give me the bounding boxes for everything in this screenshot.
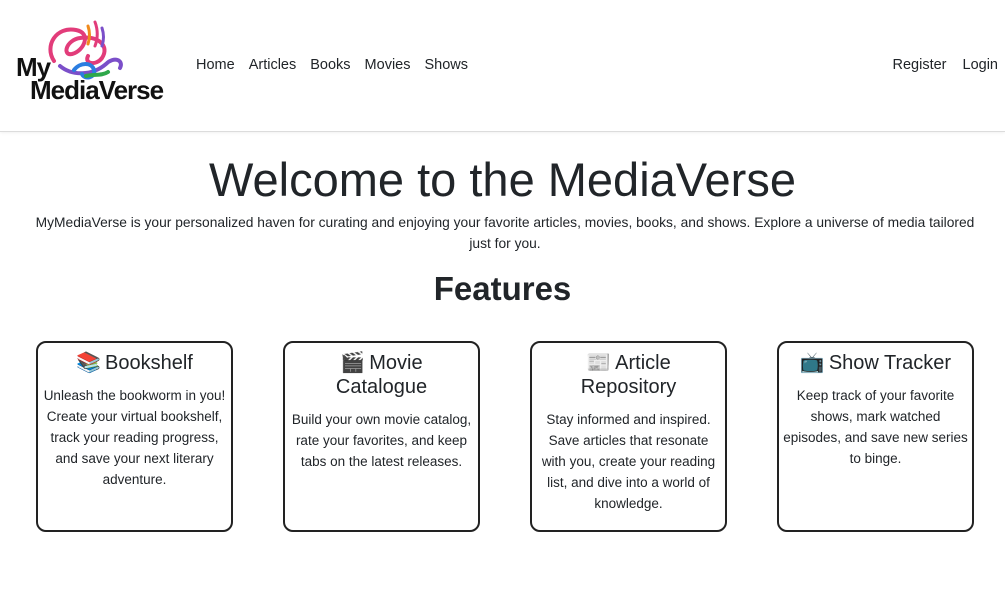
- nav-link-articles[interactable]: Articles: [249, 56, 297, 74]
- brand-logo[interactable]: My MediaVerse: [14, 16, 164, 106]
- features-title: Features: [433, 270, 572, 307]
- feature-card-bookshelf[interactable]: 📚 Bookshelf Unleash the bookworm in you! …: [36, 341, 233, 532]
- card-title-text: Bookshelf: [105, 352, 193, 374]
- hero-title: Welcome to the MediaVerse: [209, 153, 796, 206]
- login-link[interactable]: Login: [963, 56, 998, 74]
- card-description: Keep track of your favorite shows, mark …: [783, 388, 968, 466]
- nav-link-home[interactable]: Home: [196, 56, 235, 74]
- card-title: 📰 Article Repository: [534, 351, 723, 399]
- television-icon: 📺: [799, 352, 825, 374]
- auth-links: Register Login: [877, 56, 998, 74]
- card-title-text: Show Tracker: [828, 352, 952, 374]
- card-title: 🎬 Movie Catalogue: [287, 351, 476, 399]
- card-description: Stay informed and inspired. Save article…: [541, 412, 716, 511]
- main-nav: Home Articles Books Movies Shows: [196, 56, 482, 74]
- nav-link-books[interactable]: Books: [310, 56, 350, 74]
- navbar: My MediaVerse Home Articles Books Movies…: [0, 0, 1005, 132]
- nav-link-movies[interactable]: Movies: [365, 56, 411, 74]
- newspaper-icon: 📰: [586, 352, 612, 374]
- hero-description: MyMediaVerse is your personalized haven …: [35, 215, 975, 251]
- register-link[interactable]: Register: [893, 56, 947, 74]
- clapperboard-icon: 🎬: [340, 352, 366, 374]
- card-description: Unleash the bookworm in you! Create your…: [43, 388, 226, 487]
- books-icon: 📚: [76, 352, 102, 374]
- feature-card-article-repository[interactable]: 📰 Article Repository Stay informed and in…: [530, 341, 727, 532]
- logo-text-mediaverse: MediaVerse: [30, 75, 164, 105]
- card-description: Build your own movie catalog, rate your …: [291, 412, 472, 469]
- card-title: 📚 Bookshelf: [40, 351, 229, 375]
- nav-link-shows[interactable]: Shows: [424, 56, 468, 74]
- feature-card-movie-catalogue[interactable]: 🎬 Movie Catalogue Build your own movie ca…: [283, 341, 480, 532]
- card-title: 📺 Show Tracker: [781, 351, 970, 375]
- feature-card-show-tracker[interactable]: 📺 Show Tracker Keep track of your favorit…: [777, 341, 974, 532]
